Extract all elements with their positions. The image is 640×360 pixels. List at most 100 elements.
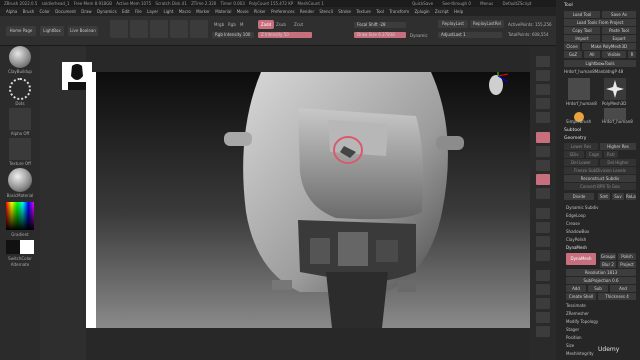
- menu-light[interactable]: Light: [163, 9, 173, 14]
- menu-render[interactable]: Render: [300, 9, 314, 14]
- draw-mode-button[interactable]: [130, 20, 148, 38]
- lsym-button[interactable]: [536, 174, 550, 185]
- menu-texture[interactable]: Texture: [356, 9, 371, 14]
- sdiv-slider[interactable]: SDiv: [564, 151, 584, 158]
- rgb-toggle[interactable]: Rgb: [228, 22, 236, 27]
- export-button[interactable]: Export: [602, 35, 636, 42]
- menu-document[interactable]: Document: [55, 9, 76, 14]
- solo-button[interactable]: [536, 312, 550, 323]
- save-as-button[interactable]: Save As: [602, 11, 636, 18]
- load-tool-button[interactable]: Load Tool: [564, 11, 600, 18]
- mrgb-toggle[interactable]: Mrgb: [214, 22, 224, 27]
- make-polymesh-button[interactable]: Make PolyMesh3D: [582, 43, 636, 50]
- lightbox-tools-button[interactable]: Lightbox▸Tools: [564, 60, 636, 67]
- menu-edit[interactable]: Edit: [122, 9, 130, 14]
- focal-shift-slider[interactable]: Focal Shift -28: [354, 22, 406, 28]
- zadd-button[interactable]: Zadd: [258, 20, 274, 29]
- lower-res-button[interactable]: Lower Res: [564, 143, 598, 150]
- scale-mode-button[interactable]: [170, 20, 188, 38]
- menu-movie[interactable]: Movie: [237, 9, 249, 14]
- m-toggle[interactable]: M: [240, 22, 243, 27]
- edit-mode-button[interactable]: [110, 20, 128, 38]
- subtool-section[interactable]: Subtool: [564, 128, 581, 133]
- actual-button[interactable]: [536, 112, 550, 123]
- polish-toggle[interactable]: Polish: [618, 253, 636, 260]
- tessimate-section[interactable]: Tessimate: [566, 303, 586, 308]
- menu-brush[interactable]: Brush: [23, 9, 35, 14]
- tool-title[interactable]: Tool: [564, 3, 573, 8]
- thickness-slider[interactable]: Thickness 4: [598, 293, 636, 300]
- modify-topology-section[interactable]: Modify Topology: [566, 319, 598, 324]
- tool-thumb-helmet[interactable]: [568, 78, 590, 100]
- menu-tool[interactable]: Tool: [376, 9, 384, 14]
- import-button[interactable]: Import: [564, 35, 600, 42]
- stager-section[interactable]: Stager: [566, 327, 579, 332]
- copy-tool-button[interactable]: Copy Tool: [564, 27, 600, 34]
- move-button[interactable]: [536, 222, 550, 233]
- draw-size-slider[interactable]: Draw Size 6.37838: [354, 32, 406, 38]
- del-higher-button[interactable]: Del Higher: [600, 159, 636, 166]
- size-section[interactable]: Size: [566, 343, 574, 348]
- menu-file[interactable]: File: [135, 9, 142, 14]
- polyf-button[interactable]: [536, 270, 550, 281]
- lightbox-button[interactable]: LightBox: [40, 26, 64, 36]
- crease-section[interactable]: Crease: [566, 221, 580, 226]
- menu-macro[interactable]: Macro: [179, 9, 191, 14]
- switch-color-button[interactable]: SwitchColor: [0, 256, 40, 261]
- stroke-thumbnail[interactable]: [9, 78, 31, 100]
- project-toggle[interactable]: Project: [618, 261, 636, 268]
- zcut-button[interactable]: Zcut: [294, 22, 303, 27]
- subprojection-slider[interactable]: SubProjection 0.6: [566, 277, 636, 284]
- polymesh-star-icon[interactable]: [604, 78, 626, 100]
- brush-thumbnail[interactable]: [9, 46, 31, 68]
- rstr-button[interactable]: Rstr: [604, 151, 618, 158]
- bpr-render-button[interactable]: [536, 56, 550, 67]
- floor-button[interactable]: [536, 146, 550, 157]
- live-boolean-button[interactable]: Live Boolean: [68, 26, 98, 36]
- meshintegrity-section[interactable]: MeshIntegrity: [566, 351, 594, 356]
- divide-button[interactable]: Divide: [564, 193, 594, 200]
- stencil-preview[interactable]: [62, 62, 92, 90]
- claypolish-section[interactable]: ClayPolish: [566, 237, 586, 242]
- transp-button[interactable]: [536, 284, 550, 295]
- menu-material[interactable]: Material: [215, 9, 231, 14]
- menus-button[interactable]: Menus: [480, 1, 493, 6]
- menu-dynamics[interactable]: Dynamics: [97, 9, 117, 14]
- z-intensity-slider[interactable]: Z Intensity 50: [258, 32, 312, 38]
- see-through-slider[interactable]: See-through 0: [442, 1, 470, 6]
- menu-draw[interactable]: Draw: [81, 9, 91, 14]
- scroll-button[interactable]: [536, 84, 550, 95]
- all-button[interactable]: All: [584, 51, 600, 58]
- ghost-button[interactable]: [536, 298, 550, 309]
- replay-last-button[interactable]: ReplayLast: [438, 20, 468, 28]
- suv-toggle[interactable]: Suv: [612, 193, 624, 200]
- visible-button[interactable]: Visible: [602, 51, 626, 58]
- local-button[interactable]: [536, 160, 550, 171]
- load-from-project-button[interactable]: Load Tools From Project: [564, 19, 636, 26]
- scale-button[interactable]: [536, 236, 550, 247]
- menu-stencil[interactable]: Stencil: [319, 9, 333, 14]
- position-section[interactable]: Position: [566, 335, 582, 340]
- del-lower-button[interactable]: Del Lower: [564, 159, 598, 166]
- menu-transform[interactable]: Transform: [389, 9, 409, 14]
- material-thumbnail[interactable]: [8, 168, 32, 192]
- geometry-section[interactable]: Geometry: [564, 136, 586, 141]
- menu-layer[interactable]: Layer: [147, 9, 158, 14]
- r-button[interactable]: R: [628, 51, 636, 58]
- viewport-canvas[interactable]: [62, 62, 530, 328]
- add-button[interactable]: Add: [566, 285, 586, 292]
- rotate-mode-button[interactable]: [190, 20, 208, 38]
- model-render[interactable]: [86, 72, 530, 328]
- zremesher-section[interactable]: ZRemesher: [566, 311, 589, 316]
- dynamic-toggle[interactable]: Dynamic: [410, 33, 428, 38]
- reconstruct-subdiv-button[interactable]: Reconstruct Subdiv: [564, 175, 636, 182]
- replay-last-rel-button[interactable]: ReplayLastRel: [470, 20, 504, 28]
- zoom-button[interactable]: [536, 98, 550, 109]
- menu-preferences[interactable]: Preferences: [271, 9, 295, 14]
- paste-tool-button[interactable]: Paste Tool: [602, 27, 636, 34]
- smt-toggle[interactable]: Smt: [598, 193, 610, 200]
- dynamic-subdiv-section[interactable]: Dynamic Subdiv: [566, 205, 599, 210]
- menu-marker[interactable]: Marker: [196, 9, 210, 14]
- menu-picker[interactable]: Picker: [254, 9, 266, 14]
- menu-help[interactable]: Help: [454, 9, 463, 14]
